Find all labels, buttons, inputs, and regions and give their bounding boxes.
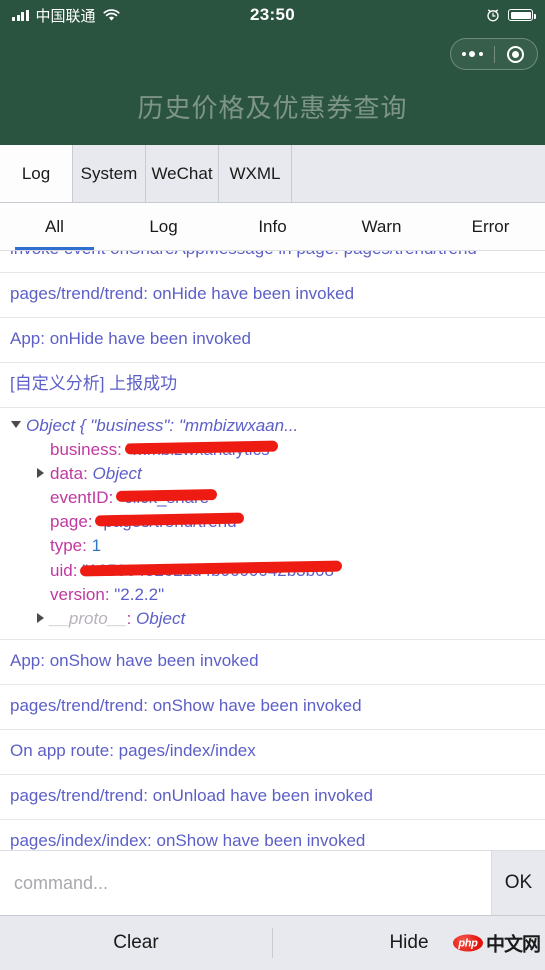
wifi-icon: [102, 8, 120, 21]
property-value-text: Object: [136, 608, 186, 628]
object-header-label: Object { "business": "mmbizwxaan...: [26, 415, 299, 435]
triangle-right-icon[interactable]: [37, 612, 44, 623]
watermark: php 中文网: [452, 930, 541, 957]
status-bar-right: [295, 8, 536, 22]
command-bar: OK: [0, 850, 545, 915]
property-value-text: 1: [91, 536, 102, 556]
bottom-bar: Clear Hide php 中文网: [0, 915, 545, 970]
panel-tab-bar: Log System WeChat WXML: [0, 145, 545, 203]
status-bar: 中国联通 23:50: [0, 0, 545, 30]
property-name: version: [50, 584, 105, 604]
property-value: "2.2.2": [114, 583, 164, 607]
property-value: Object: [136, 607, 185, 631]
filter-tab-all[interactable]: All: [0, 203, 109, 250]
filter-tab-bar: All Log Info Warn Error: [0, 203, 545, 251]
ok-button[interactable]: OK: [491, 851, 545, 915]
watermark-label: 中文网: [485, 934, 541, 956]
carrier-label: 中国联通: [35, 7, 96, 25]
property-value: 1: [92, 534, 101, 558]
nav-bar: 历史价格及优惠券查询: [0, 30, 545, 145]
log-row[interactable]: App: onShow have been invoked: [0, 640, 545, 685]
property-value-redacted: "mmbizwxanalytics": [124, 438, 278, 462]
panel-tab-wxml[interactable]: WXML: [219, 145, 292, 202]
triangle-down-icon[interactable]: [11, 420, 21, 428]
devtools-console-screen: 中国联通 23:50 历史价格及优惠券查询 Log System WeChat …: [0, 0, 545, 970]
alarm-clock-icon: [487, 9, 499, 22]
object-property[interactable]: __proto__: Object: [10, 607, 535, 631]
app-header: 中国联通 23:50 历史价格及优惠券查询: [0, 0, 545, 145]
log-row[interactable]: pages/trend/trend: onHide have been invo…: [0, 273, 545, 318]
property-value-redacted: "16566482621d4b0600042b3b08": [80, 559, 343, 583]
page-title: 历史价格及优惠券查询: [137, 93, 408, 123]
property-name: data: [50, 464, 84, 483]
property-name: page: [50, 512, 88, 532]
object-property[interactable]: uid: "16566482621d4b0600042b3b08": [10, 559, 535, 583]
filter-tab-warn[interactable]: Warn: [327, 203, 436, 250]
panel-tab-wechat[interactable]: WeChat: [146, 145, 219, 202]
property-value-redacted: "click_share": [115, 486, 218, 510]
more-dots-icon[interactable]: [451, 51, 494, 57]
property-name: uid: [50, 560, 73, 580]
panel-tab-system[interactable]: System: [73, 145, 146, 202]
property-name: __proto__: [50, 608, 127, 628]
filter-tab-info[interactable]: Info: [218, 203, 327, 250]
triangle-right-icon[interactable]: [37, 468, 44, 478]
filter-tab-log[interactable]: Log: [109, 203, 218, 250]
object-property[interactable]: eventID: "click_share": [10, 486, 535, 510]
panel-tab-log[interactable]: Log: [0, 145, 73, 202]
panel-tab-filler: [292, 145, 545, 202]
status-bar-left: 中国联通: [12, 5, 250, 26]
log-row[interactable]: pages/trend/trend: onUnload have been in…: [0, 775, 545, 820]
object-header[interactable]: Object { "business": "mmbizwxaan...: [10, 414, 535, 438]
filter-tab-error[interactable]: Error: [436, 203, 545, 250]
log-row[interactable]: On app route: pages/index/index: [0, 730, 545, 775]
property-value-text: "2.2.2": [114, 584, 165, 604]
log-object-row[interactable]: Object { "business": "mmbizwxaan... busin…: [0, 408, 545, 640]
command-input[interactable]: [0, 851, 491, 915]
property-name: eventID: [50, 488, 109, 508]
log-row[interactable]: pages/index/index: onShow have been invo…: [0, 820, 545, 850]
property-value: Object: [93, 462, 142, 486]
log-row[interactable]: [自定义分析] 上报成功: [0, 363, 545, 408]
log-row[interactable]: pages/trend/trend: onShow have been invo…: [0, 685, 545, 730]
property-value-text: Object: [92, 464, 142, 483]
log-row[interactable]: App: onHide have been invoked: [0, 318, 545, 363]
php-badge-icon: php: [452, 934, 483, 952]
property-value-redacted: "pages/trend/trend": [95, 510, 245, 534]
object-property[interactable]: page: "pages/trend/trend": [10, 510, 535, 534]
object-property[interactable]: business: "mmbizwxanalytics": [10, 438, 535, 462]
log-row[interactable]: invoke event onShareAppMessage in page: …: [0, 251, 545, 273]
battery-full-icon: [508, 9, 536, 21]
object-property[interactable]: version: "2.2.2": [10, 583, 535, 607]
clear-button[interactable]: Clear: [0, 932, 272, 954]
signal-bars-icon: [12, 9, 29, 21]
object-property[interactable]: data: Object: [10, 462, 535, 486]
capsule-target-icon[interactable]: [495, 45, 538, 63]
wechat-capsule-button[interactable]: [450, 38, 538, 70]
object-property[interactable]: type: 1: [10, 534, 535, 558]
redaction-mark: [115, 489, 218, 503]
property-name: business: [50, 439, 118, 459]
status-bar-time: 23:50: [250, 5, 295, 24]
property-name: type: [50, 536, 83, 556]
log-list[interactable]: invoke event onShareAppMessage in page: …: [0, 251, 545, 850]
